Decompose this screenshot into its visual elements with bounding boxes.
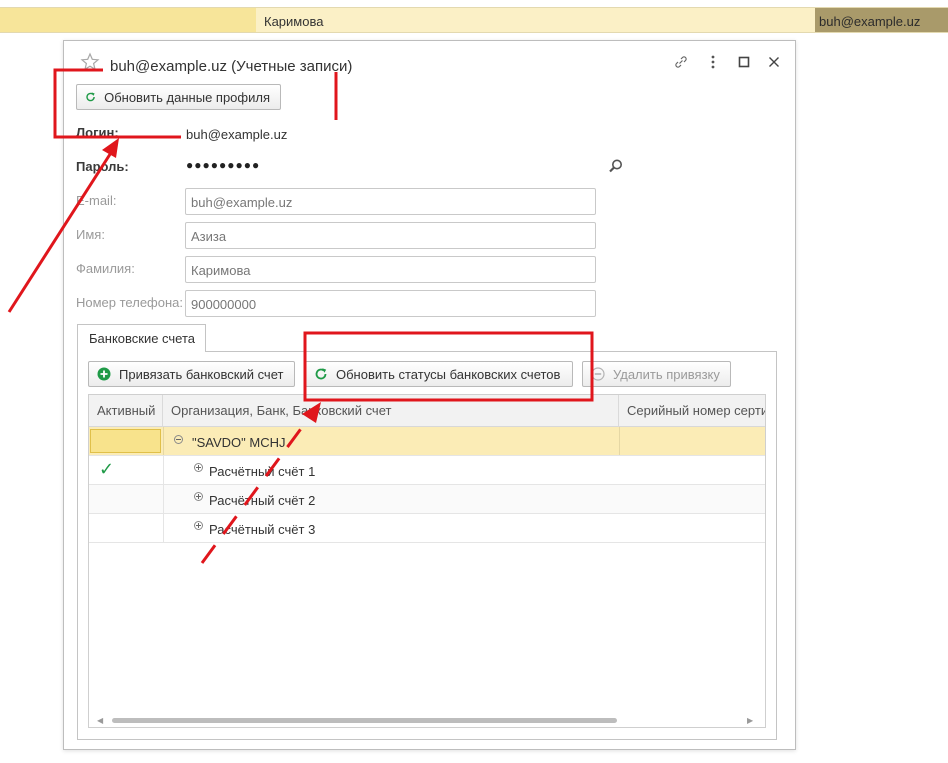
refresh-profile-button[interactable]: Обновить данные профиля <box>76 84 281 110</box>
background-row-selected-cell <box>0 8 256 32</box>
bank-accounts-table[interactable]: Активный Организация, Банк, Банковский с… <box>88 394 766 728</box>
first-name-label: Имя: <box>76 227 105 242</box>
account-dialog: buh@example.uz (Учетные записи) Обновить… <box>63 40 796 750</box>
link-bank-account-button[interactable]: Привязать банковский счет <box>88 361 295 387</box>
account-name: Расчётный счёт 1 <box>209 464 316 479</box>
tab-bank-accounts[interactable]: Банковские счета <box>77 324 206 352</box>
horizontal-scrollbar[interactable]: ◀ ▶ <box>89 713 765 727</box>
last-name-field[interactable]: Каримова <box>185 256 596 283</box>
login-value: buh@example.uz <box>186 127 288 142</box>
expand-icon[interactable] <box>194 492 203 501</box>
link-icon[interactable] <box>672 53 690 71</box>
password-label: Пароль: <box>76 159 129 174</box>
add-icon <box>97 367 111 381</box>
link-bank-account-label: Привязать банковский счет <box>119 366 284 382</box>
organization-name: "SAVDO" MCHJ <box>192 435 286 450</box>
email-field[interactable]: buh@example.uz <box>185 188 596 215</box>
last-name-label: Фамилия: <box>76 261 135 276</box>
scroll-left-icon[interactable]: ◀ <box>97 716 103 725</box>
dialog-title: buh@example.uz (Учетные записи) <box>110 58 353 75</box>
more-icon[interactable] <box>704 53 722 71</box>
email-label: E-mail: <box>76 193 117 208</box>
table-row[interactable]: "SAVDO" MCHJ <box>89 427 765 456</box>
account-name: Расчётный счёт 3 <box>209 522 316 537</box>
password-value: ●●●●●●●●● <box>186 158 261 172</box>
table-row[interactable]: Расчётный счёт 3 <box>89 514 765 543</box>
background-list-row[interactable]: Каримова buh@example.uz <box>0 7 948 33</box>
remove-icon <box>591 367 605 381</box>
scroll-right-icon[interactable]: ▶ <box>747 716 753 725</box>
column-header-active[interactable]: Активный <box>89 395 163 427</box>
expand-icon[interactable] <box>194 463 203 472</box>
expand-icon[interactable] <box>194 521 203 530</box>
scrollbar-thumb[interactable] <box>112 718 617 723</box>
background-row-name: Каримова <box>264 14 324 29</box>
background-row-email: buh@example.uz <box>815 8 948 32</box>
column-header-organization[interactable]: Организация, Банк, Банковский счет <box>163 395 619 427</box>
refresh-icon <box>315 368 327 380</box>
remove-link-label: Удалить привязку <box>613 366 720 382</box>
refresh-statuses-label: Обновить статусы банковских счетов <box>336 366 561 382</box>
refresh-profile-label: Обновить данные профиля <box>104 89 270 105</box>
checkmark-icon: ✓ <box>99 459 115 479</box>
first-name-field[interactable]: Азиза <box>185 222 596 249</box>
account-name: Расчётный счёт 2 <box>209 493 316 508</box>
close-icon[interactable] <box>765 53 783 71</box>
collapse-icon[interactable] <box>174 435 183 444</box>
remove-link-button[interactable]: Удалить привязку <box>582 361 731 387</box>
table-row[interactable]: Расчётный счёт 2 <box>89 485 765 514</box>
refresh-icon <box>86 92 95 102</box>
column-header-serial[interactable]: Серийный номер серти <box>619 395 765 427</box>
phone-field[interactable]: 900000000 <box>185 290 596 317</box>
search-icon[interactable] <box>608 158 624 174</box>
phone-label: Номер телефона: <box>76 295 183 310</box>
login-label: Логин: <box>76 125 119 140</box>
active-cell-selected[interactable] <box>90 429 161 453</box>
star-icon[interactable] <box>80 52 100 72</box>
maximize-icon[interactable] <box>735 53 753 71</box>
table-header: Активный Организация, Банк, Банковский с… <box>89 395 765 427</box>
refresh-statuses-button[interactable]: Обновить статусы банковских счетов <box>305 361 573 387</box>
table-row[interactable]: ✓ Расчётный счёт 1 <box>89 456 765 485</box>
